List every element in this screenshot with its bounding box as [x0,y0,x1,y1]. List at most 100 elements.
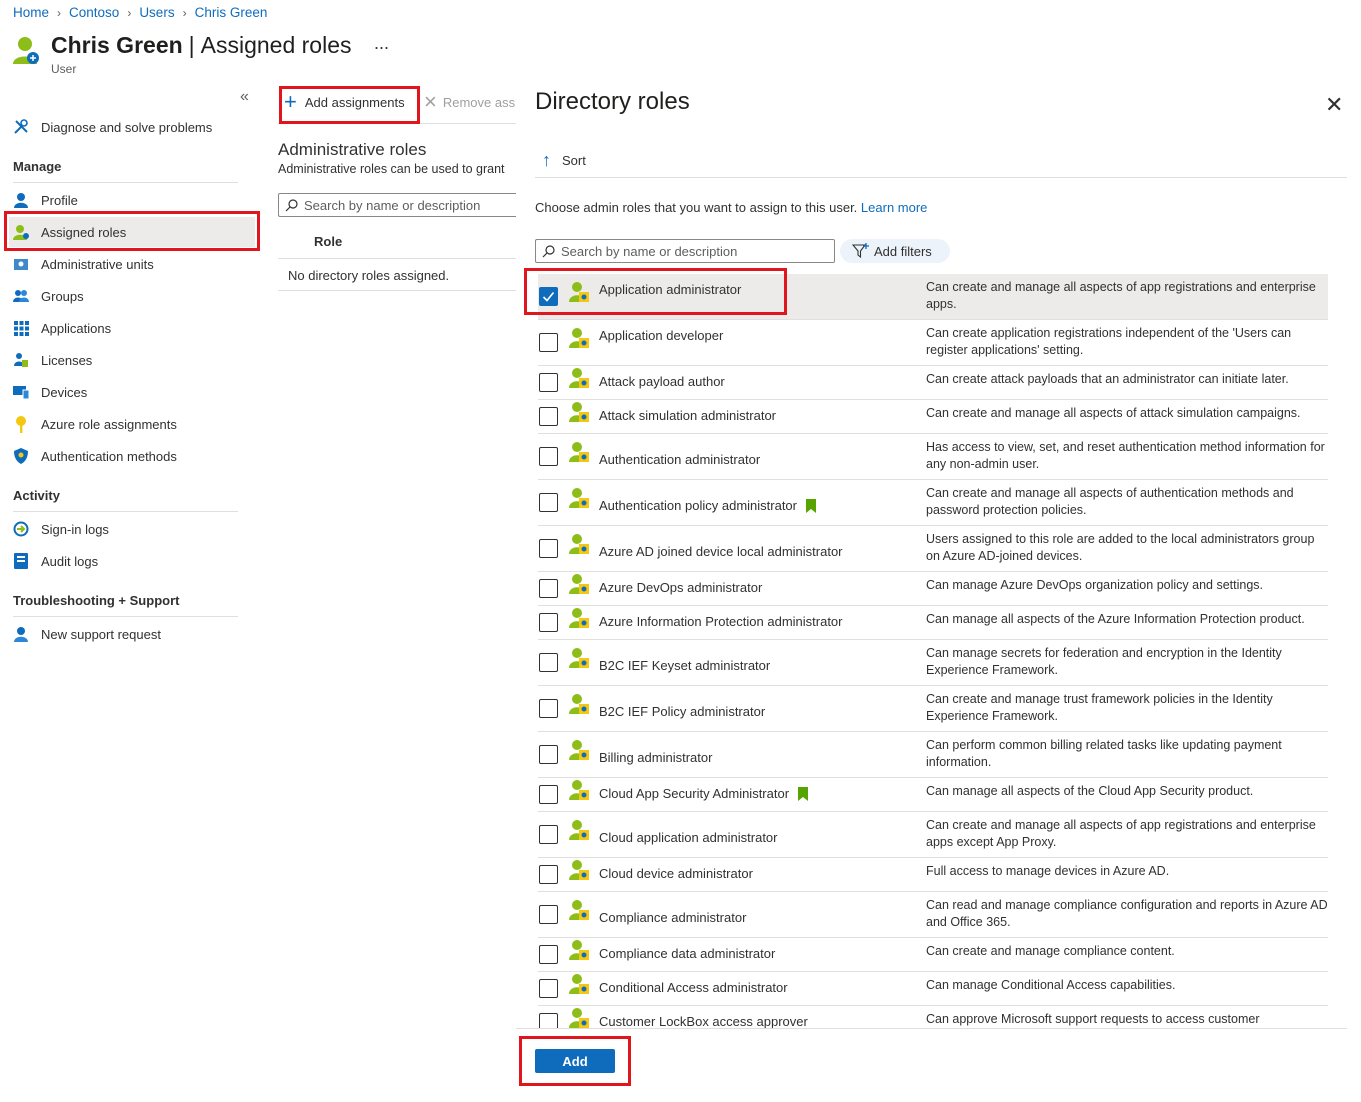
role-checkbox[interactable] [539,287,558,306]
sidebar-item-label: Authentication methods [41,448,177,464]
role-row[interactable]: B2C IEF Keyset administrator Can manage s… [538,640,1328,686]
shield-icon [12,447,30,465]
support-person-icon [12,625,30,643]
breadcrumb-contoso[interactable]: Contoso [69,5,119,20]
sidebar-item-audit-logs[interactable]: Audit logs [9,546,255,576]
more-options-icon[interactable]: ... [374,33,389,54]
role-name-text: Cloud device administrator [599,866,753,881]
sidebar-item-sign-in-logs[interactable]: Sign-in logs [9,514,255,544]
role-checkbox[interactable] [539,865,558,884]
add-button[interactable]: Add [535,1049,615,1073]
role-row[interactable]: Application administrator Can create and … [538,274,1328,320]
sidebar-item-label: Licenses [41,352,93,368]
close-icon: × [424,89,437,114]
page-title-section: Assigned roles [200,32,352,58]
role-row[interactable]: Compliance data administrator Can create … [538,938,1328,972]
role-checkbox[interactable] [539,373,558,392]
sidebar-item-label: Applications [41,320,112,336]
role-checkbox[interactable] [539,447,558,466]
role-name: Cloud App Security Administrator [599,786,809,801]
sidebar-item-devices[interactable]: Devices [9,377,255,407]
role-checkbox[interactable] [539,613,558,632]
search-input[interactable] [561,243,834,259]
role-row[interactable]: Cloud application administrator Can creat… [538,812,1328,858]
role-checkbox[interactable] [539,785,558,804]
role-checkbox[interactable] [539,333,558,352]
role-row[interactable]: Authentication policy administrator Can c… [538,480,1328,526]
role-icon [568,739,590,761]
role-icon [568,607,590,629]
role-name-text: Cloud application administrator [599,830,778,845]
role-checkbox[interactable] [539,979,558,998]
role-row[interactable]: Application developer Can create applicat… [538,320,1328,366]
role-row[interactable]: Attack simulation administrator Can creat… [538,400,1328,434]
sort-button[interactable]: ↑ Sort [542,150,586,171]
admin-roles-heading: Administrative roles [278,140,427,159]
sidebar-item-applications[interactable]: Applications [9,313,255,343]
role-name-text: Attack payload author [599,374,725,389]
role-checkbox[interactable] [539,945,558,964]
footer-divider [516,1028,1347,1029]
role-row[interactable]: Cloud App Security Administrator Can mana… [538,778,1328,812]
role-description: Can create and manage all aspects of aut… [926,486,1294,517]
assigned-roles-search[interactable] [278,193,516,217]
breadcrumb-home[interactable]: Home [13,5,49,20]
role-checkbox[interactable] [539,579,558,598]
role-row[interactable]: B2C IEF Policy administrator Can create a… [538,686,1328,732]
role-row[interactable]: Attack payload author Can create attack p… [538,366,1328,400]
role-row[interactable]: Compliance administrator Can read and man… [538,892,1328,938]
sidebar-item-label: Devices [41,384,88,400]
panel-title: Directory roles [535,88,690,115]
collapse-sidebar-icon[interactable]: « [240,88,249,106]
directory-roles-search[interactable] [535,239,835,263]
role-checkbox[interactable] [539,905,558,924]
search-input[interactable] [304,197,516,213]
sidebar-item-admin-units[interactable]: Administrative units [9,249,255,279]
role-row[interactable]: Azure Information Protection administrat… [538,606,1328,640]
sidebar-item-assigned-roles[interactable]: Assigned roles [9,217,255,247]
add-filters-button[interactable]: Add filters [840,239,950,263]
role-row[interactable]: Conditional Access administrator Can mana… [538,972,1328,1006]
role-row[interactable]: Azure DevOps administrator Can manage Azu… [538,572,1328,606]
breadcrumb-user[interactable]: Chris Green [195,5,268,20]
role-name-text: B2C IEF Keyset administrator [599,658,771,673]
remove-assignments-label: Remove ass [442,94,516,110]
role-name-text: Billing administrator [599,750,713,765]
sidebar-item-licenses[interactable]: Licenses [9,345,255,375]
role-checkbox[interactable] [539,699,558,718]
role-name: B2C IEF Keyset administrator [599,658,770,673]
role-checkbox[interactable] [539,1013,558,1029]
sidebar-item-groups[interactable]: Groups [9,281,255,311]
role-row[interactable]: Cloud device administrator Full access to… [538,858,1328,892]
role-row[interactable]: Authentication administrator Has access t… [538,434,1328,480]
role-row[interactable]: Billing administrator Can perform common … [538,732,1328,778]
role-checkbox[interactable] [539,745,558,764]
role-checkbox[interactable] [539,407,558,426]
role-column-header[interactable]: Role [278,225,516,259]
sidebar-item-label: Administrative units [41,256,154,272]
sidebar-item-new-support-request[interactable]: New support request [9,619,255,649]
role-description: Can approve Microsoft support requests t… [926,1012,1260,1026]
sidebar-item-profile[interactable]: Profile [9,185,255,215]
role-checkbox[interactable] [539,825,558,844]
add-assignments-button[interactable]: + Add assignments [284,89,405,114]
sidebar-item-authentication-methods[interactable]: Authentication methods [9,441,255,471]
role-name: Billing administrator [599,750,712,765]
sidebar-item-diagnose[interactable]: Diagnose and solve problems [9,112,255,142]
sidebar-item-azure-role-assignments[interactable]: Azure role assignments [9,409,255,439]
role-row[interactable]: Azure AD joined device local administrat… [538,526,1328,572]
remove-assignments-button[interactable]: × Remove ass [424,89,516,114]
role-checkbox[interactable] [539,653,558,672]
role-row[interactable]: Customer LockBox access approver Can appr… [538,1006,1328,1029]
breadcrumb-users[interactable]: Users [139,5,174,20]
learn-more-link[interactable]: Learn more [861,200,927,215]
groups-icon [12,287,30,305]
close-icon[interactable]: ✕ [1325,92,1343,118]
role-checkbox[interactable] [539,493,558,512]
role-checkbox[interactable] [539,539,558,558]
role-name: Conditional Access administrator [599,980,788,995]
plus-icon: + [284,89,297,114]
role-icon [568,859,590,881]
devices-icon [12,383,30,401]
role-name-text: Compliance administrator [599,910,747,925]
